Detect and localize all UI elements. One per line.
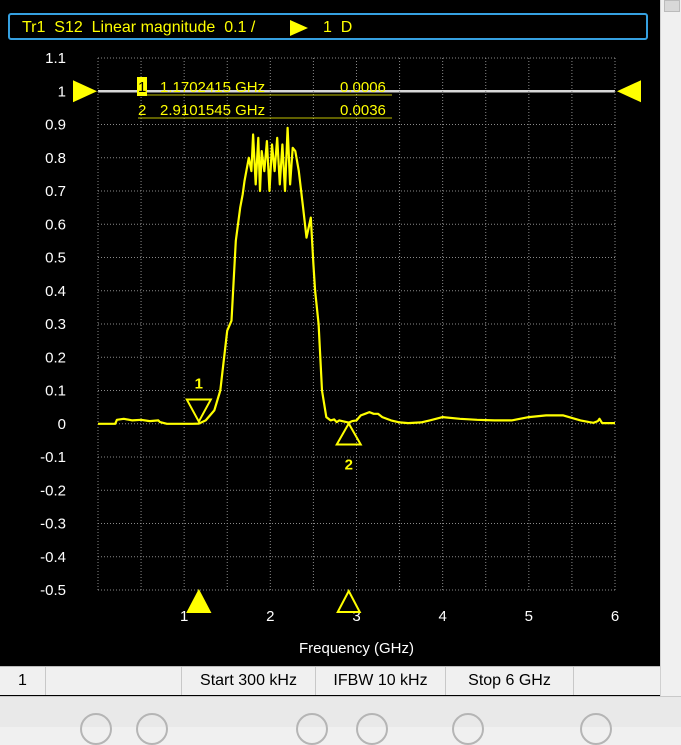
y-tick-label: 0.4 bbox=[45, 283, 66, 300]
marker-readout-id[interactable]: 2 bbox=[138, 102, 146, 119]
x-tick-label: 4 bbox=[438, 608, 446, 625]
trace-plot[interactable]: 1.1 1 0.9 0.8 0.7 0.6 0.5 0.4 0.3 0.2 0.1 0 -0.1 -0.2… bbox=[0, 0, 660, 666]
y-tick-label: -0.5 bbox=[40, 582, 66, 599]
softkey-strip bbox=[0, 696, 681, 745]
softkey-round-button[interactable] bbox=[580, 713, 612, 745]
y-tick-label: 0.1 bbox=[45, 383, 66, 400]
y-tick-label: 0.5 bbox=[45, 250, 66, 267]
x-tick-label: 6 bbox=[611, 608, 619, 625]
softkey-round-button[interactable] bbox=[356, 713, 388, 745]
scrollbar-thumb[interactable] bbox=[664, 0, 680, 12]
marker-readout-id[interactable]: 1 bbox=[138, 79, 146, 96]
analyzer-window: 1.1 1 0.9 0.8 0.7 0.6 0.5 0.4 0.3 0.2 0.1 0 -0.1 -0.2… bbox=[0, 0, 660, 696]
right-panel bbox=[660, 0, 681, 696]
softkey-round-button[interactable] bbox=[136, 713, 168, 745]
y-tick-label: 1.1 bbox=[45, 50, 66, 67]
y-tick-label: 0.9 bbox=[45, 117, 66, 134]
marker-readout-frequency: 1.1702415 GHz bbox=[160, 79, 265, 96]
status-bar: 1 Start 300 kHz IFBW 10 kHz Stop 6 GHz bbox=[0, 666, 660, 695]
y-tick-label: 0 bbox=[58, 416, 66, 433]
trace-title: Tr1 S12 Linear magnitude 0.1 / bbox=[22, 19, 256, 36]
y-tick-label: -0.1 bbox=[40, 449, 66, 466]
x-tick-label: 1 bbox=[180, 608, 188, 625]
status-spacer bbox=[46, 667, 182, 695]
softkey-round-button[interactable] bbox=[80, 713, 112, 745]
stop-frequency[interactable]: Stop 6 GHz bbox=[446, 667, 574, 695]
x-tick-label: 2 bbox=[266, 608, 274, 625]
x-tick-label: 5 bbox=[525, 608, 533, 625]
if-bandwidth[interactable]: IFBW 10 kHz bbox=[316, 667, 446, 695]
y-tick-label: 0.7 bbox=[45, 183, 66, 200]
y-tick-label: 0.8 bbox=[45, 150, 66, 167]
channel-indicator[interactable]: 1 bbox=[0, 667, 46, 695]
y-tick-label: 1 bbox=[58, 83, 66, 100]
y-tick-label: 0.6 bbox=[45, 216, 66, 233]
reference-level-left-arrow-icon[interactable] bbox=[73, 80, 97, 103]
x-axis-label: Frequency (GHz) bbox=[299, 640, 414, 657]
marker-2-icon[interactable] bbox=[335, 421, 363, 446]
y-tick-label: -0.3 bbox=[40, 516, 66, 533]
y-tick-label: 0.2 bbox=[45, 349, 66, 366]
reference-pointer-icon bbox=[290, 20, 308, 36]
reference-level-right-arrow-icon[interactable] bbox=[617, 80, 641, 103]
marker-stimulus-pointer-icon[interactable] bbox=[186, 588, 212, 613]
trace-title-bar[interactable]: Tr1 S12 Linear magnitude 0.1 / 1 D bbox=[8, 13, 648, 40]
softkey-round-button[interactable] bbox=[296, 713, 328, 745]
softkey-round-button[interactable] bbox=[452, 713, 484, 745]
y-tick-label: -0.2 bbox=[40, 482, 66, 499]
start-frequency[interactable]: Start 300 kHz bbox=[182, 667, 316, 695]
marker-readout-value: 0.0006 bbox=[340, 79, 386, 96]
marker-readout-value: 0.0036 bbox=[340, 102, 386, 119]
marker-number: 1 bbox=[195, 376, 203, 393]
marker-readout-frequency: 2.9101545 GHz bbox=[160, 102, 265, 119]
y-tick-label: 0.3 bbox=[45, 316, 66, 333]
y-tick-label: -0.4 bbox=[40, 549, 66, 566]
marker-number: 2 bbox=[345, 457, 353, 474]
trace-title-suffix: 1 D bbox=[323, 19, 353, 36]
